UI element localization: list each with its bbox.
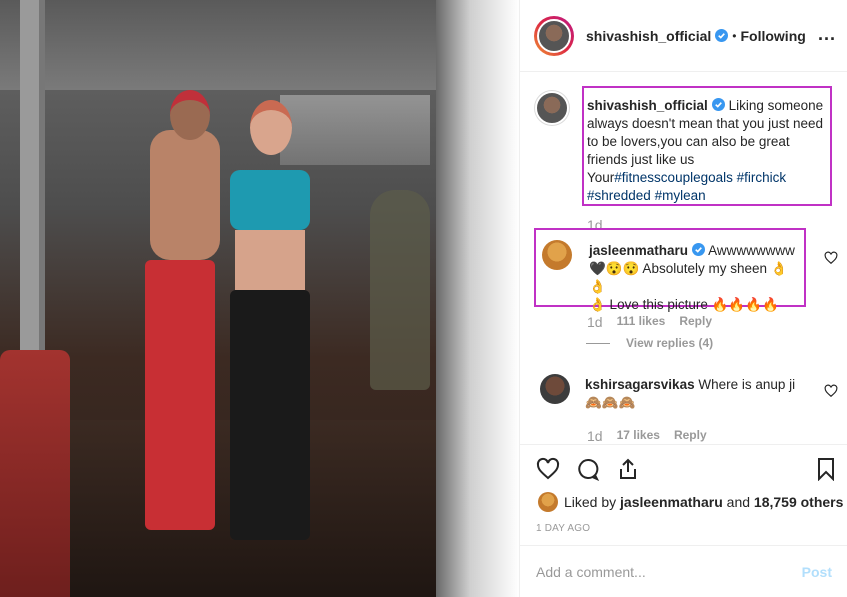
comments-section: shivashish_official Liking someone alway…: [520, 72, 847, 444]
commenter-avatar[interactable]: [542, 240, 572, 270]
post-header: shivashish_official • Following ...: [520, 0, 847, 72]
author-username[interactable]: shivashish_official: [586, 28, 711, 44]
comment-meta: 1d 17 likes Reply: [587, 428, 707, 444]
post-actions: Liked by jasleenmatharu and 18,759 other…: [520, 444, 847, 554]
more-options-icon[interactable]: ...: [818, 24, 836, 45]
like-heart-icon[interactable]: [536, 457, 560, 481]
commenter-avatar[interactable]: [540, 374, 570, 404]
bookmark-icon[interactable]: [814, 457, 838, 481]
post-comment-button[interactable]: Post: [802, 564, 832, 580]
commenter-username[interactable]: jasleenmatharu: [589, 243, 688, 258]
comment-highlight-box: jasleenmatharu Awwwwwwww 🖤😯😯 Absolutely …: [534, 228, 806, 312]
woman-figure: [210, 100, 320, 550]
caption-username[interactable]: shivashish_official: [587, 98, 708, 113]
like-comment-heart-icon[interactable]: [824, 384, 838, 398]
post-photo[interactable]: [0, 0, 519, 597]
post-timestamp[interactable]: 1 DAY AGO: [536, 523, 590, 534]
comment-text: kshirsagarsvikas Where is anup ji 🙈🙈🙈: [585, 376, 800, 412]
hashtag-link[interactable]: #firchick: [737, 170, 787, 185]
comment-line-2: 🖤😯😯 Absolutely my sheen 👌👌: [589, 261, 788, 294]
liker-avatar[interactable]: [538, 492, 558, 512]
reply-button[interactable]: Reply: [679, 314, 712, 330]
comment-meta: 1d 111 likes Reply: [587, 314, 712, 330]
comment-time: 1d: [587, 314, 603, 330]
gym-ceiling: [0, 0, 436, 90]
like-comment-heart-icon[interactable]: [824, 251, 838, 265]
view-replies-label: View replies (4): [626, 336, 714, 350]
liked-by: Liked by jasleenmatharu and 18,759 other…: [538, 492, 843, 512]
author-avatar[interactable]: [534, 15, 574, 56]
add-comment-bar: Post: [520, 545, 847, 597]
liked-by-and: and: [726, 494, 751, 510]
post-side-panel: shivashish_official • Following ... shiv…: [519, 0, 847, 597]
likes-count[interactable]: 18,759 others: [754, 494, 844, 510]
hashtag-link[interactable]: #mylean: [655, 188, 706, 203]
verified-badge-icon: [692, 243, 706, 256]
comment-likes[interactable]: 111 likes: [617, 314, 666, 330]
add-comment-input[interactable]: [536, 563, 802, 580]
commenter-username[interactable]: kshirsagarsvikas: [585, 377, 695, 392]
hashtag-link[interactable]: #fitnesscouplegoals: [614, 170, 733, 185]
gym-bench: [0, 350, 70, 597]
comment-bubble-icon[interactable]: [576, 457, 600, 481]
caption-highlight-box: shivashish_official Liking someone alway…: [582, 86, 832, 206]
background-person: [370, 190, 430, 390]
liker-username[interactable]: jasleenmatharu: [620, 494, 723, 510]
comment-likes[interactable]: 17 likes: [617, 428, 660, 444]
comment-text: jasleenmatharu Awwwwwwww 🖤😯😯 Absolutely …: [589, 242, 804, 314]
header-separator: •: [732, 28, 737, 43]
verified-badge-icon: [711, 98, 725, 111]
instagram-post: shivashish_official • Following ... shiv…: [0, 0, 847, 597]
following-button[interactable]: Following: [740, 28, 805, 44]
comment-line-1: Awwwwwwww: [708, 243, 795, 258]
view-replies-button[interactable]: View replies (4): [586, 336, 713, 350]
caption-avatar[interactable]: [534, 90, 570, 126]
reply-button[interactable]: Reply: [674, 428, 707, 444]
liked-by-prefix: Liked by: [564, 494, 617, 510]
hashtag-link[interactable]: #shredded: [587, 188, 651, 203]
comment-line-3: 👌 Love this picture 🔥🔥🔥🔥: [589, 297, 779, 312]
verified-badge-icon: [715, 29, 729, 42]
man-figure: [130, 90, 220, 550]
comment-time: 1d: [587, 428, 603, 444]
share-icon[interactable]: [616, 457, 640, 481]
